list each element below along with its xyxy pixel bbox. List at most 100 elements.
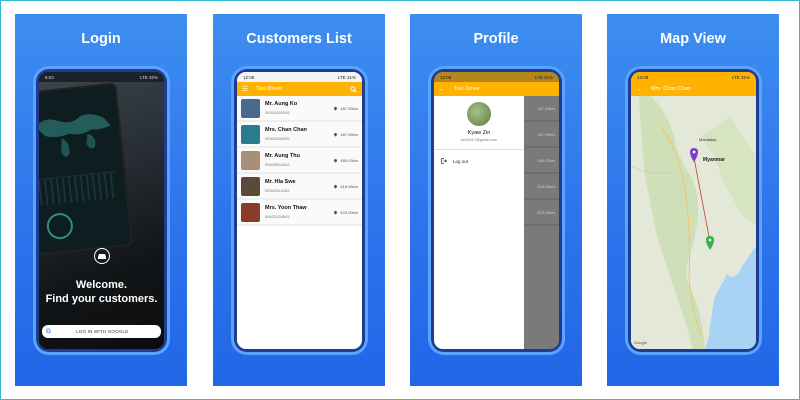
google-logo-icon: G: [46, 328, 52, 335]
avatar: [241, 202, 260, 222]
panel-heading-login: Login: [81, 31, 121, 47]
login-background-photo: Welcome. Find your customers. G LOG IN W…: [39, 82, 164, 349]
distance-value: 489.03km: [340, 157, 358, 163]
logout-icon: [441, 158, 447, 164]
phone-frame: 12:09 LTE 31% 487.53km 487.99km 489.03km…: [431, 69, 562, 352]
customer-row[interactable]: Mrs. Yoon Thaw 09423234643 523.00km: [237, 200, 362, 226]
gauge-graphic: [45, 211, 75, 241]
customer-name: Mrs. Chan Chan: [265, 127, 307, 133]
status-bar: 12:09 LTE 31%: [631, 72, 756, 82]
distance-value: 518.06km: [340, 183, 358, 189]
chart-strip: [39, 170, 119, 207]
status-right: LTE 31%: [731, 74, 750, 80]
map-view[interactable]: Mandalay Myanmar Google: [631, 96, 756, 349]
menu-icon[interactable]: ☰: [242, 85, 248, 93]
customer-name: Mr. Aung Ko: [265, 101, 298, 107]
location-pin-icon: [333, 157, 339, 163]
location-pin-icon: [333, 209, 339, 215]
customer-info: Mrs. Chan Chan 09342356239: [265, 127, 307, 141]
login-panel: Login 6:03 LTE 32% Welcome. Find your cu…: [15, 14, 187, 386]
location-pin-icon: [333, 183, 339, 189]
dashboard-device: [39, 82, 134, 256]
distance-value: 487.53km: [340, 105, 358, 111]
drawer-divider: [434, 149, 524, 150]
customer-phone: 09443534542: [265, 162, 290, 167]
profile-name: Kyaw Zin: [467, 130, 491, 136]
customer-row[interactable]: Mr. Aung Thu 09443534542 489.03km: [237, 148, 362, 174]
customer-distance: 489.03km: [333, 157, 358, 163]
status-bar: 12:09 LTE 31%: [237, 72, 362, 82]
app-bar: ☰ Taxi Driver: [237, 82, 362, 96]
avatar: [241, 176, 260, 196]
map-panel: Map View 12:09 LTE 31% ← Mrs. Chan Chan: [607, 14, 779, 386]
profile-email: kzin3117@gmail.com: [460, 138, 498, 142]
status-right: LTE 31%: [534, 74, 553, 80]
customer-distance: 487.99km: [333, 131, 358, 137]
customer-phone: 09342425345: [265, 110, 290, 115]
location-pin-icon: [333, 105, 339, 111]
map-title: Mrs. Chan Chan: [651, 86, 692, 92]
distance-value: 523.00km: [340, 209, 358, 215]
customer-distance: 518.06km: [333, 183, 358, 189]
customer-phone: 09342343432: [265, 188, 290, 193]
location-pin-icon: [333, 131, 339, 137]
avatar: [241, 98, 260, 118]
app-title: Taxi Driver: [256, 86, 283, 92]
customer-phone: 09342356239: [265, 136, 290, 141]
tagline-text: Find your customers.: [45, 293, 158, 305]
city-label: Mandalay: [699, 137, 716, 142]
status-time: 6:03: [45, 74, 54, 80]
customer-list: Mr. Aung Ko 09342425345 487.53km Mrs. Ch…: [237, 96, 362, 226]
avatar: [241, 150, 260, 170]
panel-heading-customers: Customers List: [246, 31, 352, 47]
customer-info: Mr. Aung Ko 09342425345: [265, 101, 297, 115]
customer-info: Mr. Aung Thu 09443534542: [265, 153, 300, 167]
google-login-button[interactable]: G LOG IN WITH GOOGLE: [42, 325, 161, 338]
customer-name: Mr. Hla Swe: [265, 179, 296, 185]
panel-heading-profile: Profile: [473, 31, 519, 47]
customers-screen: 12:09 LTE 31% ☰ Taxi Driver Mr. Aung Ko …: [237, 72, 362, 349]
logout-menu-item[interactable]: Log out: [441, 158, 468, 164]
status-time: 12:09: [440, 74, 452, 80]
customers-panel: Customers List 12:09 LTE 31% ☰ Taxi Driv…: [213, 14, 385, 386]
customer-info: Mrs. Yoon Thaw 09423234643: [265, 205, 307, 219]
customer-distance: 487.53km: [333, 105, 358, 111]
world-map-graphic: [39, 114, 111, 157]
drawer-app-bar: ← Taxi Driver: [434, 82, 559, 96]
map-screen: 12:09 LTE 31% ← Mrs. Chan Chan Mandalay …: [631, 72, 756, 349]
profile-screen: 12:09 LTE 31% 487.53km 487.99km 489.03km…: [434, 72, 559, 349]
status-time: 12:09: [243, 74, 255, 80]
profile-panel: Profile 12:09 LTE 31% 487.53km 487.99km …: [410, 14, 582, 386]
customer-row[interactable]: Mr. Hla Swe 09342343432 518.06km: [237, 174, 362, 200]
login-screen: 6:03 LTE 32% Welcome. Find your customer…: [39, 72, 164, 349]
status-right: LTE 31%: [337, 74, 356, 80]
arrow-back-icon[interactable]: ←: [636, 86, 643, 93]
arrow-back-icon[interactable]: ←: [439, 86, 446, 93]
welcome-text: Welcome.: [75, 279, 128, 291]
logout-label: Log out: [453, 158, 469, 164]
phone-frame: 12:09 LTE 31% ☰ Taxi Driver Mr. Aung Ko …: [234, 69, 365, 352]
navigation-drawer: ← Taxi Driver Kyaw Zin kzin3117@gmail.co…: [434, 82, 559, 349]
status-bar: 12:09 LTE 31%: [434, 72, 559, 82]
status-time: 12:09: [637, 74, 649, 80]
customer-row[interactable]: Mr. Aung Ko 09342425345 487.53km: [237, 96, 362, 122]
customer-row[interactable]: Mrs. Chan Chan 09342356239 487.99km: [237, 122, 362, 148]
customer-name: Mrs. Yoon Thaw: [265, 205, 307, 211]
app-bar: ← Mrs. Chan Chan: [631, 82, 756, 96]
customer-name: Mr. Aung Thu: [265, 153, 300, 159]
google-button-label: LOG IN WITH GOOGLE: [76, 329, 129, 334]
status-right: LTE 32%: [139, 74, 158, 80]
google-watermark: Google: [634, 340, 648, 345]
customer-distance: 523.00km: [333, 209, 358, 215]
customer-phone: 09423234643: [265, 214, 290, 219]
avatar: [241, 124, 260, 144]
search-icon[interactable]: [350, 85, 357, 93]
distance-value: 487.99km: [340, 131, 358, 137]
phone-frame: 6:03 LTE 32% Welcome. Find your customer…: [36, 69, 167, 352]
customer-info: Mr. Hla Swe 09342343432: [265, 179, 296, 193]
phone-frame: 12:09 LTE 31% ← Mrs. Chan Chan Mandalay …: [628, 69, 759, 352]
status-bar: 6:03 LTE 32%: [39, 72, 164, 82]
profile-avatar: [467, 102, 491, 126]
panel-heading-map: Map View: [660, 31, 726, 47]
car-logo-icon: [94, 248, 110, 264]
